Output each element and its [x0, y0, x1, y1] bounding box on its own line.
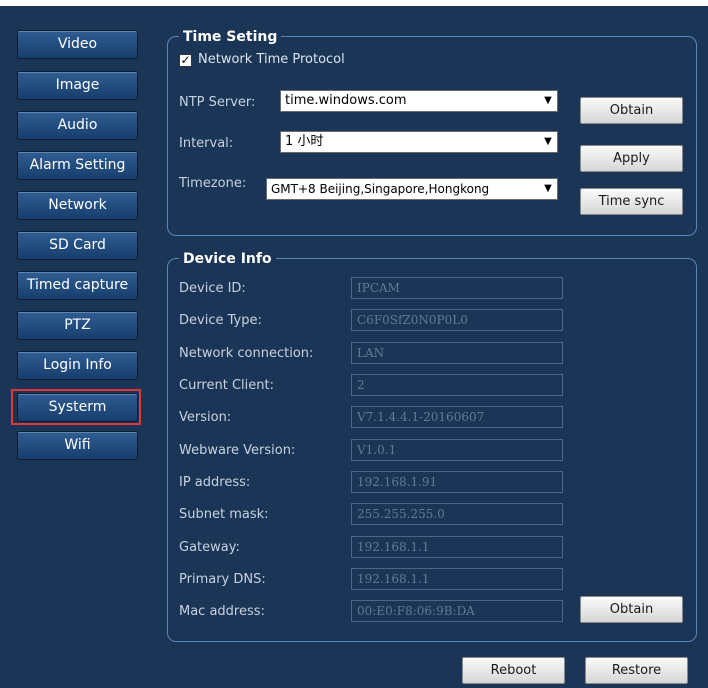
ntp-server-label: NTP Server: [179, 95, 256, 110]
time-setting-title: Time Seting [179, 28, 282, 46]
triangle-down-icon: ▼ [539, 179, 557, 199]
nav-login-info-button[interactable]: Login Info [17, 351, 138, 380]
device-type-field: C6F0SfZ0N0P0L0 [351, 309, 563, 331]
settings-window: Video Image Audio Alarm Setting Network … [0, 6, 708, 688]
device-obtain-button[interactable]: Obtain [580, 596, 683, 623]
gateway-field: 192.168.1.1 [351, 536, 563, 558]
timezone-label: Timezone: [179, 176, 247, 191]
nav-timed-capture-button[interactable]: Timed capture [17, 271, 138, 300]
device-type-label: Device Type: [179, 313, 262, 328]
interval-label: Interval: [179, 136, 234, 151]
ntp-obtain-button[interactable]: Obtain [580, 97, 683, 124]
primary-dns-field: 192.168.1.1 [351, 568, 563, 590]
mac-address-field: 00:E0:F8:06:9B:DA [351, 600, 563, 622]
version-label: Version: [179, 410, 232, 425]
interval-value: 1 小时 [285, 134, 324, 149]
webware-version-field: V1.0.1 [351, 439, 563, 461]
nav-systerm-button[interactable]: Systerm [17, 393, 138, 422]
restore-button[interactable]: Restore [585, 657, 688, 684]
interval-select[interactable]: 1 小时 ▼ [280, 131, 558, 153]
nav-audio-button[interactable]: Audio [17, 111, 138, 140]
nav-alarm-setting-button[interactable]: Alarm Setting [17, 151, 138, 180]
gateway-label: Gateway: [179, 540, 240, 555]
device-info-title: Device Info [179, 250, 276, 268]
check-icon: ✓ [180, 53, 191, 67]
current-client-label: Current Client: [179, 378, 274, 393]
nav-video-button[interactable]: Video [17, 30, 138, 59]
mac-address-label: Mac address: [179, 604, 265, 619]
apply-button[interactable]: Apply [580, 145, 683, 172]
subnet-mask-label: Subnet mask: [179, 507, 269, 522]
ip-address-label: IP address: [179, 475, 251, 490]
webware-version-label: Webware Version: [179, 443, 296, 458]
ip-address-field: 192.168.1.91 [351, 471, 563, 493]
nav-image-button[interactable]: Image [17, 71, 138, 100]
triangle-down-icon: ▼ [539, 91, 557, 111]
time-sync-button[interactable]: Time sync [580, 188, 683, 215]
ntp-checkbox-label: Network Time Protocol [198, 52, 345, 67]
version-field: V7.1.4.4.1-20160607 [351, 406, 563, 428]
device-id-label: Device ID: [179, 281, 246, 296]
timezone-select[interactable]: GMT+8 Beijing,Singapore,Hongkong ▼ [266, 178, 558, 200]
ntp-checkbox[interactable]: ✓ [179, 54, 192, 67]
nav-network-button[interactable]: Network [17, 191, 138, 220]
network-connection-field: LAN [351, 342, 563, 364]
ntp-server-value: time.windows.com [285, 93, 407, 108]
current-client-field: 2 [351, 374, 563, 396]
nav-sd-card-button[interactable]: SD Card [17, 231, 138, 260]
device-id-field: IPCAM [351, 277, 563, 299]
subnet-mask-field: 255.255.255.0 [351, 503, 563, 525]
ntp-server-select[interactable]: time.windows.com ▼ [280, 90, 558, 112]
network-connection-label: Network connection: [179, 346, 314, 361]
nav-ptz-button[interactable]: PTZ [17, 311, 138, 340]
reboot-button[interactable]: Reboot [462, 657, 565, 684]
nav-wifi-button[interactable]: Wifi [17, 431, 138, 460]
triangle-down-icon: ▼ [539, 132, 557, 152]
primary-dns-label: Primary DNS: [179, 572, 266, 587]
timezone-value: GMT+8 Beijing,Singapore,Hongkong [271, 182, 490, 196]
